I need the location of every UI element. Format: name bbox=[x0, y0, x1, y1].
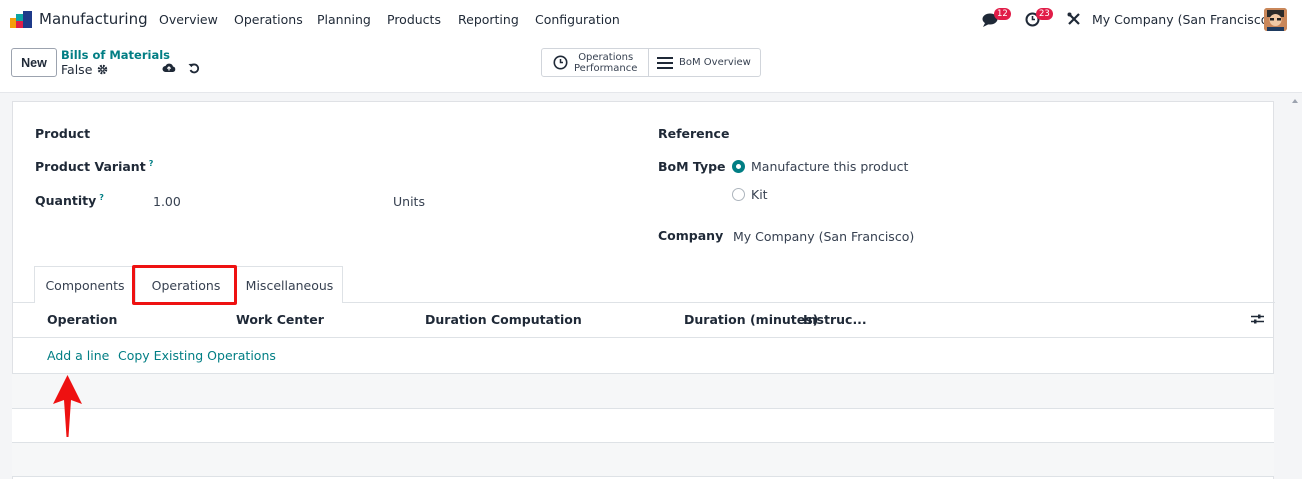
discard-undo-icon[interactable] bbox=[188, 62, 200, 74]
copy-existing-operations-link[interactable]: Copy Existing Operations bbox=[118, 348, 276, 363]
operations-tab-highlight bbox=[132, 265, 237, 305]
scrollbar-up-arrow[interactable] bbox=[1290, 96, 1300, 106]
record-name: False bbox=[61, 62, 93, 77]
product-variant-help[interactable]: ? bbox=[149, 159, 154, 168]
menu-planning[interactable]: Planning bbox=[317, 12, 371, 27]
col-duration-minutes[interactable]: Duration (minutes) bbox=[684, 312, 818, 327]
app-name[interactable]: Manufacturing bbox=[39, 10, 148, 28]
reference-label: Reference bbox=[658, 126, 730, 141]
col-duration-computation[interactable]: Duration Computation bbox=[425, 312, 582, 327]
top-navbar: Manufacturing Overview Operations Planni… bbox=[0, 0, 1302, 39]
clock-icon bbox=[553, 55, 568, 70]
operations-performance-button[interactable]: Operations Performance bbox=[542, 49, 649, 76]
quantity-help[interactable]: ? bbox=[99, 193, 104, 202]
optional-columns-icon[interactable] bbox=[1251, 313, 1264, 325]
product-variant-label: Product Variant? bbox=[35, 159, 153, 174]
quantity-text: Quantity bbox=[35, 193, 97, 209]
bom-type-kit-radio[interactable] bbox=[732, 188, 745, 201]
annotation-arrow-icon bbox=[53, 375, 82, 437]
quantity-input[interactable]: 1.00 bbox=[153, 194, 181, 209]
table-header-divider bbox=[12, 337, 1274, 338]
tab-miscellaneous[interactable]: Miscellaneous bbox=[236, 266, 343, 303]
uom-field[interactable]: Units bbox=[393, 194, 425, 209]
col-instructions[interactable]: Instruc... bbox=[803, 312, 867, 327]
operations-performance-line2: Performance bbox=[574, 62, 638, 74]
company-switcher[interactable]: My Company (San Francisco) bbox=[1092, 12, 1273, 27]
product-label: Product bbox=[35, 126, 91, 141]
bom-type-manufacture-radio[interactable] bbox=[732, 160, 745, 173]
table-row bbox=[12, 443, 1274, 476]
col-work-center[interactable]: Work Center bbox=[236, 312, 324, 327]
menu-reporting[interactable]: Reporting bbox=[458, 12, 519, 27]
bom-overview-button[interactable]: BoM Overview bbox=[649, 49, 751, 76]
menu-configuration[interactable]: Configuration bbox=[535, 12, 620, 27]
manufacturing-app-icon[interactable] bbox=[10, 11, 32, 28]
user-avatar[interactable] bbox=[1264, 8, 1287, 31]
add-a-line-link[interactable]: Add a line bbox=[47, 348, 109, 363]
company-label: Company bbox=[658, 228, 724, 243]
bom-type-manufacture-label[interactable]: Manufacture this product bbox=[751, 159, 908, 174]
breadcrumb-bills-of-materials[interactable]: Bills of Materials bbox=[61, 48, 170, 62]
gear-icon[interactable] bbox=[97, 64, 108, 75]
tab-components[interactable]: Components bbox=[34, 266, 136, 303]
messages-badge: 12 bbox=[994, 8, 1011, 20]
new-button[interactable]: New bbox=[11, 48, 57, 77]
table-row bbox=[12, 409, 1274, 442]
bom-type-kit-label[interactable]: Kit bbox=[751, 187, 768, 202]
quantity-label: Quantity? bbox=[35, 193, 104, 208]
company-field[interactable]: My Company (San Francisco) bbox=[733, 229, 914, 244]
col-operation[interactable]: Operation bbox=[47, 312, 117, 327]
bom-type-label: BoM Type bbox=[658, 159, 726, 174]
smart-buttons: Operations Performance BoM Overview bbox=[541, 48, 761, 77]
list-icon bbox=[657, 56, 673, 69]
activities-badge: 23 bbox=[1036, 8, 1053, 20]
bom-overview-label: BoM Overview bbox=[679, 57, 751, 68]
table-row-divider bbox=[12, 476, 1274, 477]
tools-icon[interactable] bbox=[1067, 12, 1081, 26]
menu-operations[interactable]: Operations bbox=[234, 12, 303, 27]
menu-overview[interactable]: Overview bbox=[159, 12, 218, 27]
save-cloud-icon[interactable] bbox=[162, 62, 176, 74]
menu-products[interactable]: Products bbox=[387, 12, 441, 27]
product-variant-text: Product Variant bbox=[35, 159, 146, 175]
operations-performance-line1: Operations bbox=[578, 51, 634, 63]
table-row bbox=[12, 374, 1274, 408]
